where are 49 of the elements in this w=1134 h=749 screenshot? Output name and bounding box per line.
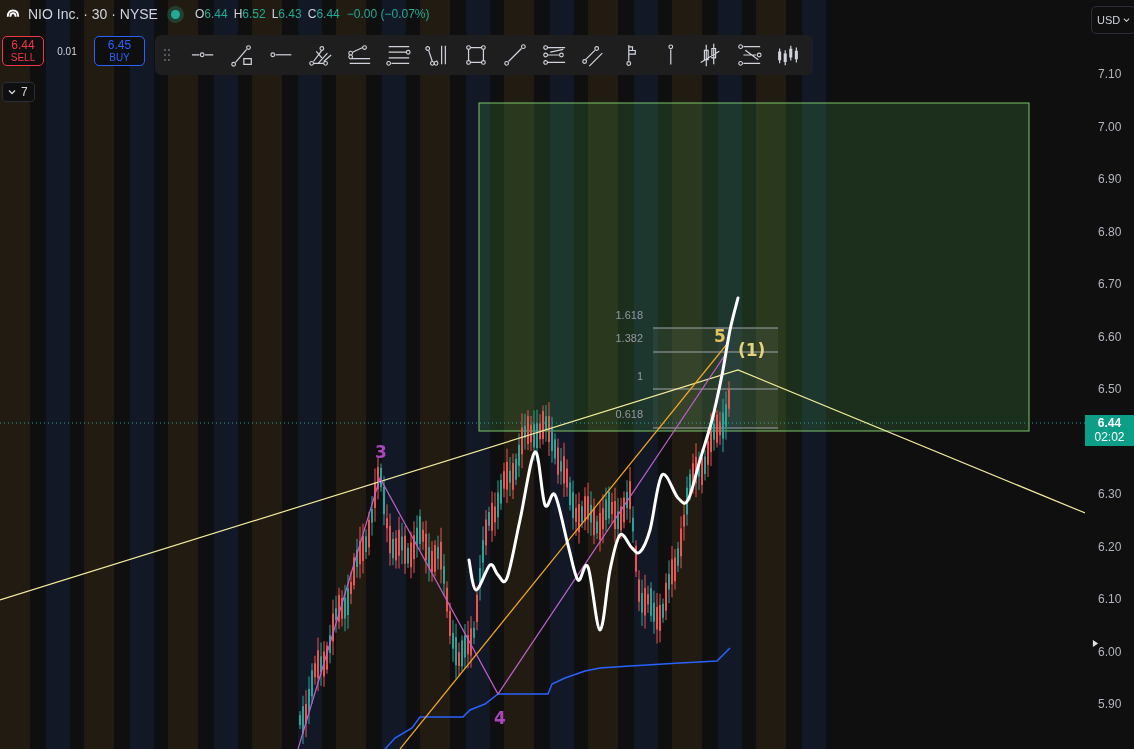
price-axis-label: 5.90 <box>1098 697 1122 711</box>
ohlc-value: 6.44 <box>204 7 228 21</box>
last-price-value: 6.44 <box>1097 416 1122 431</box>
buy-button[interactable]: 6.45 BUY <box>94 36 145 67</box>
price-change: −0.00 (−0.07%) <box>346 7 430 21</box>
drag-handle-icon[interactable] <box>163 48 171 62</box>
ohlc-label: H <box>233 7 243 21</box>
pin-icon <box>668 44 674 66</box>
ray-icon <box>191 52 215 58</box>
price-axis-label: 6.20 <box>1098 539 1122 554</box>
projection-icon <box>735 42 762 68</box>
ohlc-label: C <box>307 7 317 21</box>
price-axis-label: 6.70 <box>1098 277 1122 291</box>
ohlc-value: 6.44 <box>316 7 340 21</box>
symbol-title[interactable]: NIO Inc. · 30 · NYSE <box>28 6 158 22</box>
wave-label: (1) <box>738 340 766 360</box>
fib-level-label: 1.618 <box>615 309 643 321</box>
fib-level-label: 1 <box>636 370 643 382</box>
price-axis-label: 7.00 <box>1098 119 1122 134</box>
price-axis-label: 6.00 <box>1098 644 1122 659</box>
wave-label: 4 <box>494 708 506 728</box>
wave-label: 5 <box>714 326 726 346</box>
chevron-icon <box>1123 18 1131 22</box>
ohlc-label: L <box>271 7 279 21</box>
chevron-icon <box>7 89 17 95</box>
ohlc-label: O <box>194 7 205 21</box>
ohlc-value: 6.43 <box>278 7 302 21</box>
flag-icon <box>626 43 638 67</box>
wave-label: 3 <box>375 442 387 462</box>
line-with-label-icon <box>229 42 255 68</box>
price-axis-label: 6.10 <box>1098 592 1122 606</box>
currency-dropdown[interactable]: USD <box>1091 6 1134 34</box>
price-axis-label: 6.60 <box>1098 329 1122 344</box>
sell-button[interactable]: 6.44 SELL <box>2 36 44 67</box>
spread-value: 0.01 <box>56 45 78 57</box>
ohlc-value: 6.52 <box>242 7 266 21</box>
triangle-marker-icon <box>1092 639 1099 648</box>
indicators-toggle[interactable]: 7 <box>2 82 35 102</box>
bar-countdown: 02:02 <box>1094 430 1125 445</box>
price-axis-label: 6.80 <box>1098 224 1122 239</box>
price-axis-label: 7.10 <box>1098 67 1122 81</box>
fib-level-label: 0.618 <box>615 408 643 420</box>
horizontal-line-icon <box>269 52 293 58</box>
trend-line-icon <box>501 42 528 68</box>
price-axis-label: 6.90 <box>1098 172 1122 186</box>
fib-levels-icon <box>540 42 567 68</box>
fib-level-label: 1.382 <box>615 332 643 344</box>
price-axis-label: 6.50 <box>1098 382 1122 396</box>
price-axis-label: 6.30 <box>1098 487 1122 501</box>
